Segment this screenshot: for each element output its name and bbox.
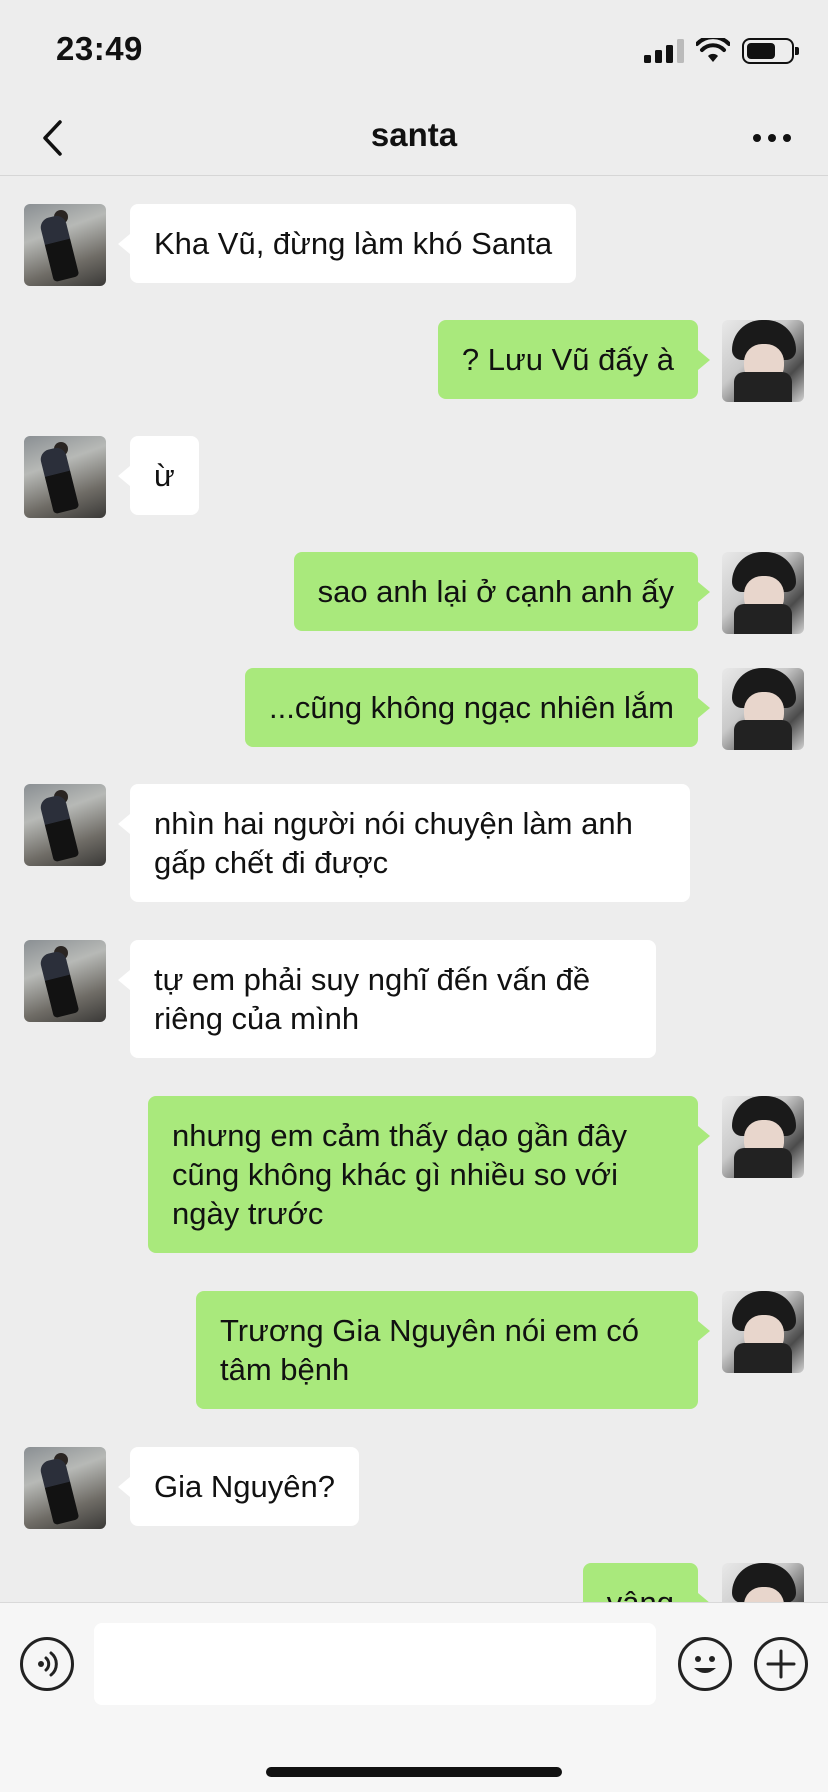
more-actions-button[interactable] bbox=[754, 1637, 808, 1691]
message-bubble[interactable]: Trương Gia Nguyên nói em có tâm bệnh bbox=[196, 1291, 710, 1409]
message-bubble[interactable]: tự em phải suy nghĩ đến vấn đề riêng của… bbox=[118, 940, 656, 1058]
my-avatar[interactable] bbox=[722, 1563, 804, 1602]
status-time: 23:49 bbox=[56, 30, 143, 67]
more-options-button[interactable] bbox=[742, 114, 802, 162]
contact-avatar[interactable] bbox=[24, 940, 106, 1022]
message-bubble[interactable]: ? Lưu Vũ đấy à bbox=[437, 320, 711, 399]
message-bubble[interactable]: ...cũng không ngạc nhiên lắm bbox=[245, 668, 710, 747]
my-avatar[interactable] bbox=[722, 668, 804, 750]
my-avatar[interactable] bbox=[722, 320, 804, 402]
my-avatar[interactable] bbox=[722, 1096, 804, 1178]
message-bubble[interactable]: nhìn hai người nói chuyện làm anh gấp ch… bbox=[118, 784, 690, 902]
contact-avatar[interactable] bbox=[24, 1447, 106, 1529]
emoji-button[interactable] bbox=[678, 1637, 732, 1691]
contact-avatar[interactable] bbox=[24, 204, 106, 286]
message-bubble[interactable]: Kha Vũ, đừng làm khó Santa bbox=[117, 204, 577, 283]
message-bubble[interactable]: Gia Nguyên? bbox=[118, 1447, 359, 1526]
status-bar: 23:49 bbox=[0, 0, 828, 100]
message-bubble[interactable]: nhưng em cảm thấy dạo gần đây cũng không… bbox=[148, 1096, 710, 1253]
message-bubble[interactable]: ừ bbox=[118, 436, 199, 515]
message-bubble[interactable]: vâng bbox=[582, 1563, 711, 1602]
wifi-icon bbox=[696, 38, 730, 62]
battery-icon bbox=[742, 38, 799, 64]
voice-input-button[interactable] bbox=[20, 1637, 74, 1691]
my-avatar[interactable] bbox=[722, 552, 804, 634]
contact-avatar[interactable] bbox=[24, 784, 106, 866]
smiley-icon bbox=[694, 1656, 716, 1673]
cellular-signal-icon bbox=[644, 39, 684, 63]
more-dot-icon bbox=[768, 134, 776, 142]
plus-icon bbox=[766, 1649, 796, 1679]
chat-title: santa bbox=[370, 116, 458, 153]
voice-icon bbox=[38, 1651, 58, 1677]
message-bubble[interactable]: sao anh lại ở cạnh anh ấy bbox=[293, 552, 711, 631]
more-dot-icon bbox=[783, 134, 791, 142]
status-icons bbox=[644, 34, 799, 68]
my-avatar[interactable] bbox=[722, 1291, 804, 1373]
input-bar bbox=[0, 1602, 828, 1792]
more-dot-icon bbox=[753, 134, 761, 142]
nav-bar: santa bbox=[0, 100, 828, 176]
home-indicator[interactable] bbox=[266, 1767, 562, 1777]
message-input[interactable] bbox=[94, 1623, 656, 1705]
contact-avatar[interactable] bbox=[24, 436, 106, 518]
chat-messages[interactable]: Kha Vũ, đừng làm khó Santa ? Lưu Vũ đấy … bbox=[0, 177, 828, 1602]
